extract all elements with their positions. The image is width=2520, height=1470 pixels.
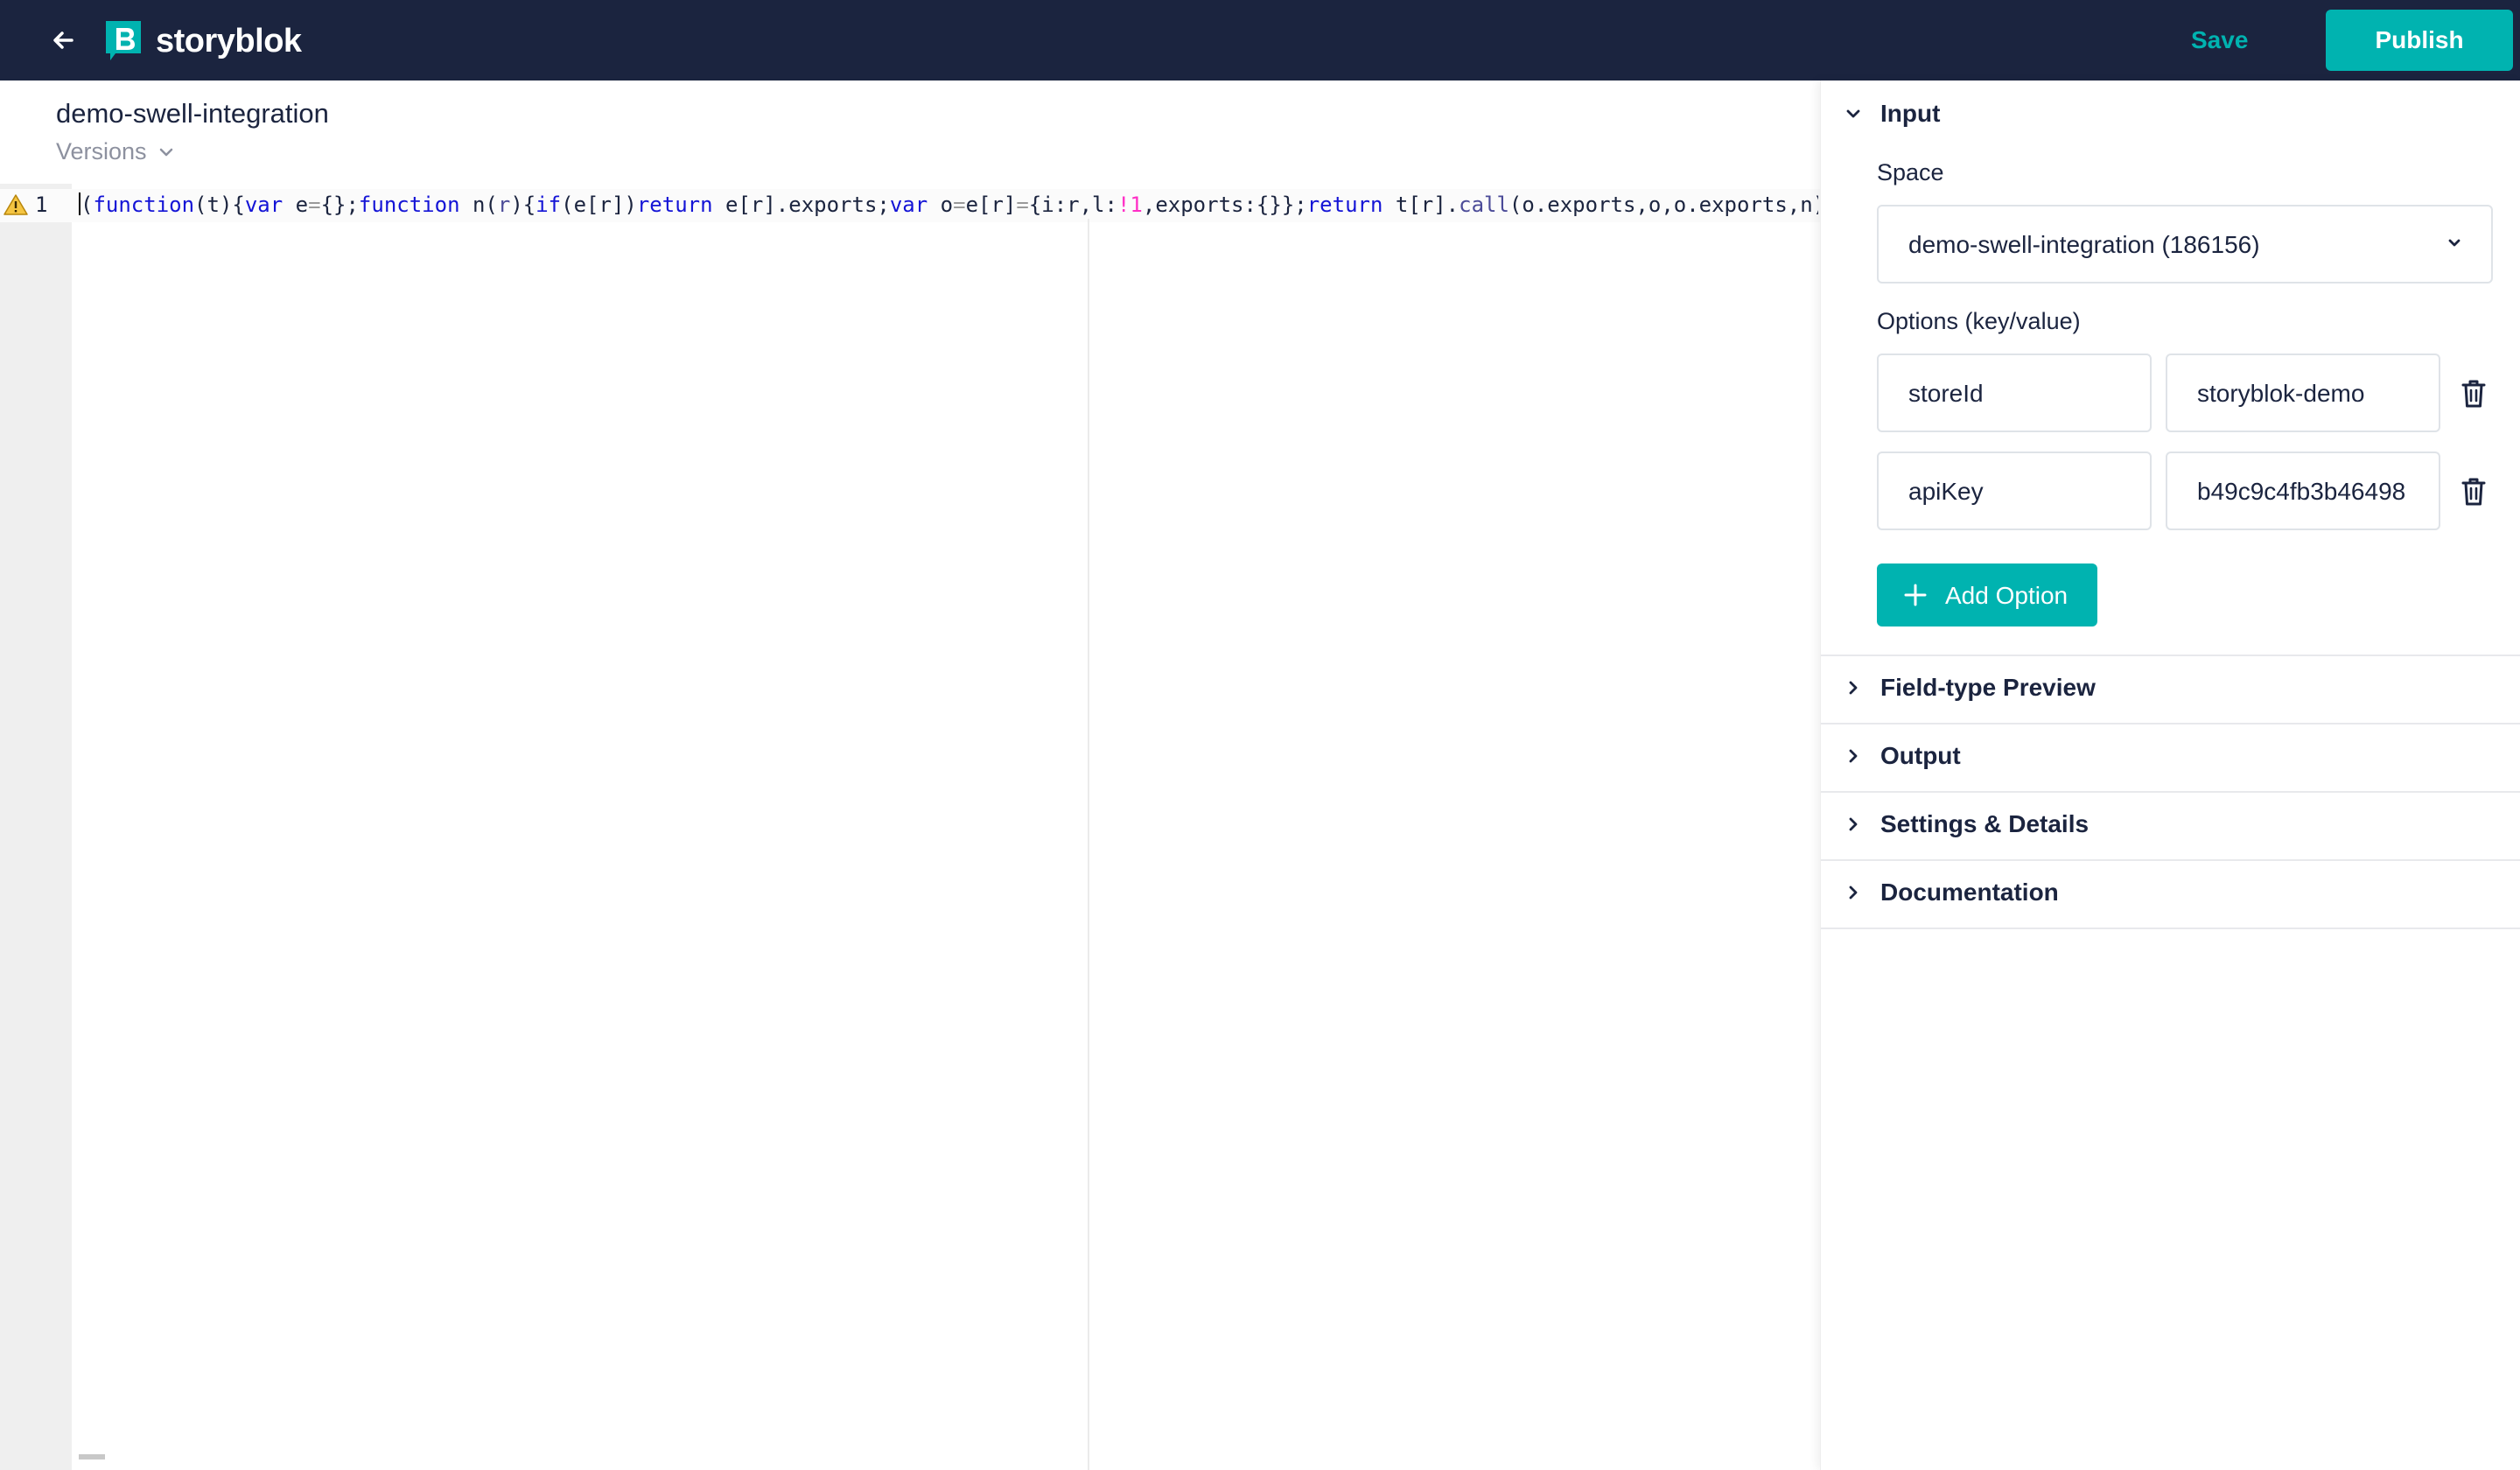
versions-label: Versions xyxy=(56,138,147,164)
section-divider xyxy=(1821,723,2520,724)
code-token: r xyxy=(497,192,511,217)
section-divider xyxy=(1821,859,2520,861)
trash-icon[interactable] xyxy=(2460,476,2488,508)
code-token: return xyxy=(636,192,713,217)
chevron-right-icon xyxy=(1849,681,1858,695)
chevron-right-icon xyxy=(1849,817,1858,831)
save-button[interactable]: Save xyxy=(2191,21,2248,60)
code-token: ( xyxy=(80,192,94,217)
app-root: storyblok Save Publish demo-swell-integr… xyxy=(0,0,2520,1470)
add-option-label: Add Option xyxy=(1945,582,2068,609)
code-token: e[r] xyxy=(965,192,1017,217)
space-select[interactable]: demo-swell-integration (186156) xyxy=(1877,205,2493,284)
option-key-input[interactable]: storeId xyxy=(1877,354,2152,432)
code-token: t[r]. xyxy=(1382,192,1460,217)
option-value-value: storyblok-demo xyxy=(2197,380,2365,407)
section-divider xyxy=(1821,928,2520,929)
options-label: Options (key/value) xyxy=(1877,308,2081,334)
option-key-input[interactable]: apiKey xyxy=(1877,452,2152,530)
code-token: (t){ xyxy=(194,192,245,217)
section-field-type-preview-header[interactable]: Field-type Preview xyxy=(1845,674,2096,702)
editor-header: demo-swell-integration Versions xyxy=(0,80,1820,184)
code-token: (o.exports,o,o.exports,n) xyxy=(1508,192,1818,217)
storyblok-logo[interactable]: storyblok xyxy=(103,19,302,63)
code-token: return xyxy=(1306,192,1383,217)
space-select-value: demo-swell-integration (186156) xyxy=(1908,231,2260,258)
code-token: if xyxy=(536,192,562,217)
space-label: Space xyxy=(1877,159,1944,186)
section-label: Field-type Preview xyxy=(1880,674,2096,701)
plugin-title: demo-swell-integration xyxy=(56,98,329,129)
code-token: call xyxy=(1459,192,1509,217)
code-token: o xyxy=(928,192,954,217)
section-label: Settings & Details xyxy=(1880,810,2090,837)
line-number: 1 xyxy=(35,192,48,217)
section-label: Documentation xyxy=(1880,878,2059,906)
chevron-down-icon xyxy=(2448,239,2460,247)
print-margin xyxy=(1088,219,1089,1470)
section-divider xyxy=(1821,654,2520,656)
section-documentation-header[interactable]: Documentation xyxy=(1845,878,2059,906)
option-value-input[interactable]: storyblok-demo xyxy=(2166,354,2440,432)
code-token: (e[r]) xyxy=(561,192,637,217)
code-token: var xyxy=(244,192,284,217)
code-editor[interactable]: 1 (function(t){var e={};function n(r){if… xyxy=(0,184,1820,1470)
code-token: function xyxy=(358,192,460,217)
trash-icon[interactable] xyxy=(2460,378,2488,410)
section-input-label: Input xyxy=(1880,100,1941,127)
line-gutter xyxy=(0,184,72,1470)
plus-icon xyxy=(1904,584,1927,606)
code-token: n( xyxy=(459,192,498,217)
chevron-down-icon xyxy=(159,148,172,156)
publish-button[interactable]: Publish xyxy=(2326,10,2513,71)
code-token: = xyxy=(953,192,966,217)
code-token: {i:r,l: xyxy=(1028,192,1117,217)
code-token: = xyxy=(308,192,321,217)
option-key-value: storeId xyxy=(1908,380,1984,407)
code-line[interactable]: (function(t){var e={};function n(r){if(e… xyxy=(79,192,1818,217)
code-token: ,exports:{}}; xyxy=(1142,192,1307,217)
config-panel: Input Space demo-swell-integration (1861… xyxy=(1820,80,2520,1470)
versions-dropdown[interactable]: Versions xyxy=(56,138,175,165)
code-token: var xyxy=(889,192,928,217)
brand-name: storyblok xyxy=(156,22,302,60)
section-input-header[interactable]: Input xyxy=(1845,100,1940,128)
option-value-value: b49c9c4fb3b46498 xyxy=(2197,478,2406,505)
code-token: !1 xyxy=(1116,192,1143,217)
code-token: e[r].exports; xyxy=(712,192,890,217)
top-bar: storyblok Save Publish xyxy=(0,0,2520,80)
chevron-right-icon xyxy=(1849,749,1858,763)
back-arrow-icon[interactable] xyxy=(46,23,80,58)
code-token: e xyxy=(283,192,309,217)
section-output-header[interactable]: Output xyxy=(1845,742,1961,770)
code-token: function xyxy=(93,192,195,217)
code-token: ){ xyxy=(510,192,536,217)
section-settings-header[interactable]: Settings & Details xyxy=(1845,810,2089,838)
horizontal-scrollbar[interactable] xyxy=(79,1454,105,1460)
code-token: {}; xyxy=(320,192,359,217)
warning-icon[interactable] xyxy=(4,193,28,216)
storyblok-logo-icon xyxy=(106,21,141,60)
option-value-input[interactable]: b49c9c4fb3b46498 xyxy=(2166,452,2440,530)
chevron-right-icon xyxy=(1849,886,1858,900)
code-token: = xyxy=(1016,192,1029,217)
section-divider xyxy=(1821,791,2520,793)
add-option-button[interactable]: Add Option xyxy=(1877,564,2097,626)
chevron-down-icon xyxy=(1846,109,1860,118)
section-label: Output xyxy=(1880,742,1961,769)
option-key-value: apiKey xyxy=(1908,478,1984,505)
